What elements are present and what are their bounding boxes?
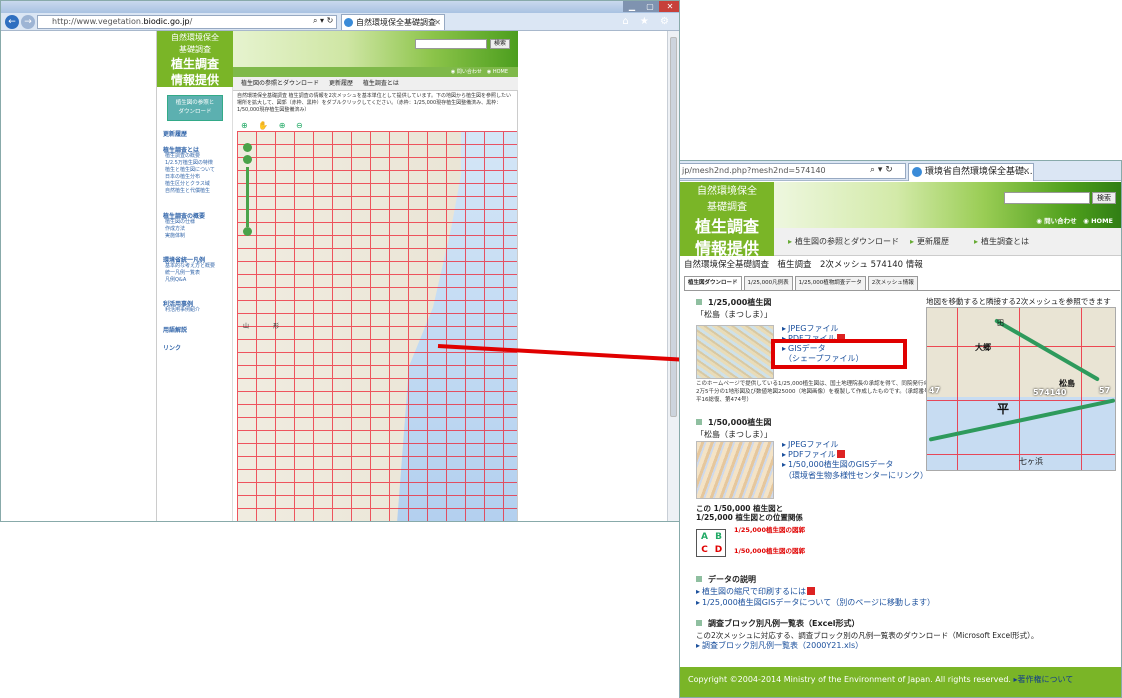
intro-text: 自然環境保全基礎調査 植生調査の情報を2次メッシュを基本単位として提供しています… bbox=[237, 93, 511, 113]
pdf-icon bbox=[807, 587, 816, 595]
search-dropdown-icon[interactable]: ⌕ ▾ ↻ bbox=[313, 16, 333, 26]
site-header-banner: 検索 bbox=[233, 31, 518, 67]
forward-arrow-icon[interactable]: → bbox=[21, 15, 35, 29]
section-25000-heading: 1/25,000植生図 bbox=[696, 297, 771, 308]
back-url-field[interactable]: http://www.vegetation.biodic.go.jp/ bbox=[37, 15, 337, 29]
close-button[interactable]: ✕ bbox=[659, 1, 679, 12]
back-page-content: 自然環境保全 基礎調査 植生調査 情報提供 検索 ◉ 問い合わせ ◉ HOME … bbox=[156, 31, 518, 521]
mesh-navigator-map[interactable]: 田 松島 大郷 574140 平 47 57 七ヶ浜 bbox=[926, 307, 1116, 471]
content-tabs: 植生図ダウンロード 1/25,000凡例表 1/25,000植物調査データ 2次メッシ… bbox=[684, 276, 920, 290]
link-gis-about[interactable]: 1/25,000植生図GISデータについて（別のページに移動します） bbox=[696, 597, 935, 608]
copyright-link[interactable]: ▸著作権について bbox=[1013, 675, 1073, 684]
site-search-button[interactable]: 検索 bbox=[1092, 192, 1116, 204]
site-search-input[interactable] bbox=[415, 39, 487, 49]
note-25000: このホームページで提供している1/25,000植生図は、国土地理院長の承認を得て… bbox=[696, 381, 930, 403]
relation-50000-label: 1/50,000植生図の図郭 bbox=[734, 547, 805, 555]
tab-close-icon[interactable]: ✕ bbox=[434, 15, 441, 30]
tab-download[interactable]: 植生図ダウンロード bbox=[684, 276, 742, 290]
back-address-bar: ← → http://www.vegetation.biodic.go.jp/ … bbox=[1, 13, 679, 42]
front-address-bar: jp/mesh2nd.php?mesh2nd=574140 ⌕ ▾ ↻ 環境省自… bbox=[680, 161, 1121, 181]
front-browser-window: jp/mesh2nd.php?mesh2nd=574140 ⌕ ▾ ↻ 環境省自… bbox=[679, 160, 1122, 698]
sidebar-submenu-legend[interactable]: 基本的な考え方と概要 統一凡例一覧表 凡例Q&A bbox=[165, 263, 215, 284]
relation-title: この 1/50,000 植生図と 1/25,000 植生図との位置関係 bbox=[696, 504, 803, 522]
nav-history[interactable]: 更新履歴 bbox=[910, 236, 949, 247]
sidebar-download-button[interactable]: 植生図の参照と ダウンロード bbox=[167, 95, 223, 121]
tab-close-icon[interactable]: ✕ bbox=[1022, 164, 1030, 180]
sidebar-submenu-use[interactable]: 利活用事例紹介 bbox=[165, 307, 200, 314]
link-50000-gis-note[interactable]: （環境省生物多様性センターにリンク） bbox=[784, 470, 928, 481]
tabs-divider bbox=[684, 290, 1120, 291]
minimize-button[interactable]: ▁ bbox=[623, 1, 641, 12]
back-arrow-icon[interactable]: ← bbox=[5, 15, 19, 29]
sidebar-item-history[interactable]: 更新履歴 bbox=[163, 129, 187, 138]
pdf-icon bbox=[836, 450, 845, 458]
nav-history[interactable]: 更新履歴 bbox=[329, 80, 353, 87]
link-excel[interactable]: 調査ブロック別凡例一覧表（2000Y21.xls） bbox=[696, 640, 863, 651]
page-title: 自然環境保全基礎調査 植生調査 2次メッシュ 574140 情報 bbox=[684, 260, 923, 270]
thumbnail-25000[interactable] bbox=[696, 325, 774, 379]
back-browser-window: ▁ ▢ ✕ ← → http://www.vegetation.biodic.g… bbox=[0, 0, 680, 522]
header-links[interactable]: ◉ 問い合わせ ◉ HOME bbox=[233, 67, 518, 77]
link-50000-gis[interactable]: 1/50,000植生図のGISデータ bbox=[782, 459, 893, 470]
relation-25000-label: 1/25,000植生図の図郭 bbox=[734, 526, 805, 534]
ie-page-icon bbox=[344, 18, 353, 27]
position-diagram: A B C D bbox=[696, 529, 726, 557]
left-sidebar: 植生図の参照と ダウンロード 更新履歴 植生調査とは 植生調査の概要 1/2.5… bbox=[157, 87, 233, 521]
sidebar-submenu-summary[interactable]: 植生図の仕様 作成方法 実施体制 bbox=[165, 219, 195, 240]
header-links[interactable]: ◉ 問い合わせ ◉ HOME bbox=[774, 214, 1121, 228]
sidebar-item-glossary[interactable]: 用語解説 bbox=[163, 325, 187, 334]
link-print-scale[interactable]: 植生図の縮尺で印刷するには bbox=[696, 586, 816, 597]
search-refresh-icons[interactable]: ⌕ ▾ ↻ bbox=[870, 165, 893, 175]
tab-legend[interactable]: 1/25,000凡例表 bbox=[743, 276, 793, 290]
toolbar-icons[interactable]: ⌂ ★ ⚙ bbox=[622, 16, 673, 27]
section-data-heading: データの説明 bbox=[696, 574, 756, 585]
footer-copyright: Copyright ©2004-2014 Ministry of the Env… bbox=[680, 667, 1121, 697]
ie-page-icon bbox=[912, 167, 922, 177]
back-scrollbar[interactable] bbox=[667, 31, 679, 521]
sidebar-submenu-about[interactable]: 植生調査の概要 1/2.5万植生図の特徴 植生と植生図について 日本の植生分布 … bbox=[165, 153, 215, 195]
maximize-button[interactable]: ▢ bbox=[641, 1, 659, 12]
section-excel-heading: 調査ブロック別凡例一覧表（Excel形式） bbox=[696, 618, 860, 629]
map-toolbar[interactable]: ⊕ ✋ ⊕ ⊖ bbox=[241, 121, 307, 130]
global-nav: 植生図の参照とダウンロード 更新履歴 植生調査とは bbox=[774, 228, 1121, 256]
site-logo[interactable]: 自然環境保全 基礎調査 植生調査 情報提供 bbox=[680, 182, 774, 258]
site-logo[interactable]: 自然環境保全 基礎調査 植生調査 情報提供 bbox=[157, 31, 233, 87]
back-window-titlebar: ▁ ▢ ✕ bbox=[1, 1, 679, 13]
map-label: 山 bbox=[243, 323, 250, 330]
tab-mesh-info[interactable]: 2次メッシュ情報 bbox=[867, 276, 918, 290]
place-25000: 「松島（まつしま）」 bbox=[696, 310, 772, 319]
mesh-map[interactable]: 山 形 bbox=[237, 131, 517, 521]
section-50000-heading: 1/50,000植生図 bbox=[696, 417, 771, 428]
place-50000: 「松島（まつしま）」 bbox=[696, 430, 772, 439]
nav-download[interactable]: 植生図の参照とダウンロード bbox=[241, 80, 319, 87]
map-label: 形 bbox=[273, 323, 280, 330]
nav-about[interactable]: 植生調査とは bbox=[363, 80, 399, 87]
sidebar-item-links[interactable]: リンク bbox=[163, 343, 181, 352]
site-search-button[interactable]: 検索 bbox=[490, 39, 510, 49]
tab-plant-data[interactable]: 1/25,000植物調査データ bbox=[794, 276, 866, 290]
back-tab[interactable]: 自然環境保全基礎調査 ... ✕ bbox=[341, 14, 445, 42]
back-page: 自然環境保全 基礎調査 植生調査 情報提供 検索 ◉ 問い合わせ ◉ HOME … bbox=[1, 31, 669, 521]
mesh-id-label: 574140 bbox=[1033, 388, 1067, 397]
global-nav: 植生図の参照とダウンロード 更新履歴 植生調査とは bbox=[233, 77, 518, 91]
nav-about[interactable]: 植生調査とは bbox=[974, 236, 1029, 247]
map-note: 地図を移動すると隣接する2次メッシュを参照できます bbox=[926, 297, 1111, 306]
site-search-input[interactable] bbox=[1004, 192, 1090, 204]
thumbnail-50000[interactable] bbox=[696, 441, 774, 499]
front-tab[interactable]: 環境省自然環境保全基礎... ✕ bbox=[908, 163, 1034, 181]
map-zoom-slider[interactable] bbox=[243, 143, 255, 263]
nav-download[interactable]: 植生図の参照とダウンロード bbox=[788, 236, 899, 247]
annotation-highlight-box bbox=[771, 339, 907, 369]
